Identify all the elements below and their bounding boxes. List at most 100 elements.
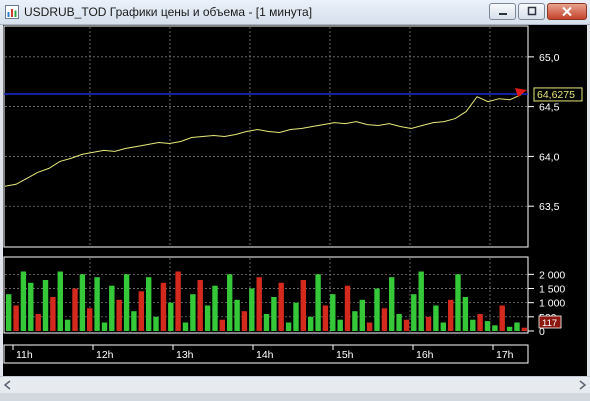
volume-bar [448,299,454,331]
volume-bar [330,294,336,331]
volume-bar [168,302,174,331]
volume-bar [190,294,196,331]
volume-bar [234,299,240,331]
volume-bar [79,274,86,331]
volume-bar [175,271,181,331]
scroll-right-icon[interactable] [574,377,590,393]
minimize-icon [498,13,507,15]
volume-bar [182,322,189,331]
time-tick-label: 14h [256,349,274,361]
volume-bar [352,311,358,331]
volume-bar [366,322,373,331]
volume-bar [425,316,432,331]
window-title: USDRUB_TOD Графики цены и объема - [1 ми… [24,5,313,19]
price-tick-label: 64,5 [539,102,560,114]
volume-bar [20,271,27,331]
minimize-button[interactable] [489,3,516,20]
volume-bar [212,285,218,331]
volume-bar [249,288,255,331]
volume-bar [197,280,203,331]
volume-bar [241,311,248,331]
volume-bar [403,319,410,331]
volume-bar [256,277,262,331]
volume-bar [381,308,388,331]
volume-bar [57,271,63,331]
time-tick-label: 17h [496,349,514,361]
status-bar [0,393,590,401]
price-tick-label: 63,5 [539,201,560,213]
last-price-label: 64,6275 [537,89,575,101]
time-tick-label: 15h [336,349,354,361]
price-tick-label: 64,0 [539,151,560,163]
volume-tick-label: 1 000 [539,298,565,310]
volume-bar [131,311,137,331]
volume-bar [418,271,424,331]
volume-bar [160,282,167,331]
chart-window: USDRUB_TOD Графики цены и объема - [1 ми… [0,0,590,401]
volume-bar [514,322,520,331]
current-volume-label: 117 [542,318,557,329]
volume-bar [50,297,56,331]
volume-bar [440,322,446,331]
chart-app-icon [5,5,19,19]
volume-bar [42,280,49,331]
volume-bar [293,302,299,331]
volume-bar [322,305,329,331]
volume-bar [499,305,505,331]
volume-bar [146,277,152,331]
volume-bar [109,285,115,331]
volume-bar [278,282,284,331]
scroll-left-icon[interactable] [0,377,16,393]
time-tick-label: 11h [16,349,33,361]
title-bar[interactable]: USDRUB_TOD Графики цены и объема - [1 ми… [0,0,590,25]
close-button[interactable] [547,3,587,20]
volume-bar [521,327,527,331]
horizontal-scrollbar[interactable] [0,376,590,393]
volume-bar [396,314,402,331]
volume-bar [411,294,417,331]
volume-bar [484,321,491,331]
volume-bar [263,314,270,331]
volume-bar [374,288,380,331]
volume-bar [13,305,19,331]
volume-bar [285,322,292,331]
volume-bar [35,314,41,331]
volume-bar [271,297,277,331]
close-icon [562,6,572,17]
volume-bar [227,274,233,331]
volume-bar [337,319,343,331]
maximize-button[interactable] [518,3,545,20]
volume-bar [28,282,34,331]
volume-bar [300,280,306,331]
price-tick-label: 65,0 [539,52,560,64]
volume-bar [64,319,71,331]
volume-bar [153,316,159,331]
volume-bar [455,274,461,331]
volume-bar [315,274,321,331]
volume-bar [101,322,108,331]
price-volume-chart[interactable]: 65,0 64,5 64,0 63,5 64,6275 2 000 1 500 1 000… [3,25,587,383]
volume-bar [204,305,211,331]
maximize-icon [527,6,536,16]
volume-bar [506,326,513,332]
volume-bar [87,308,93,331]
time-tick-label: 16h [416,349,434,361]
volume-bar [477,314,483,331]
volume-bar [344,285,351,331]
volume-bar [138,291,144,331]
volume-bar [219,319,225,331]
volume-bar [359,299,365,331]
time-tick-label: 12h [96,349,114,361]
volume-tick-label: 1 500 [539,284,565,296]
volume-bar [123,274,130,331]
volume-bar [462,297,469,331]
volume-bar [94,277,100,331]
volume-tick-label: 2 000 [539,269,565,281]
volume-bar [470,319,476,331]
volume-bar [6,294,12,331]
volume-bar [308,316,314,331]
volume-bar [389,277,395,331]
volume-bar [492,325,498,331]
time-tick-label: 13h [176,349,194,361]
volume-bar [433,305,439,331]
